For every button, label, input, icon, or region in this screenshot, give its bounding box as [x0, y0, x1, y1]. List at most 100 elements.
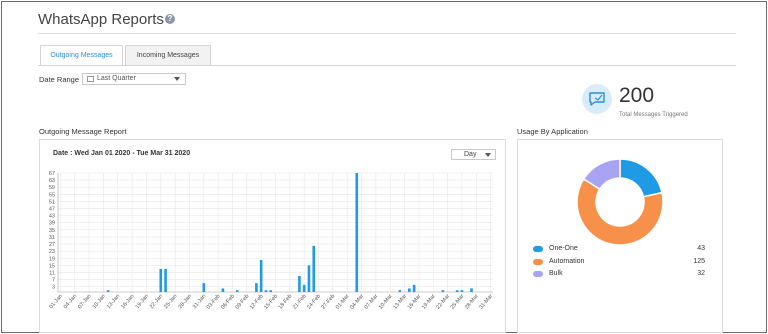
chart-bar[interactable] — [312, 245, 316, 292]
date-range-select[interactable]: Last Quarter — [82, 73, 186, 85]
y-tick-label: 59 — [49, 185, 55, 191]
legend-item-automation[interactable]: Automation 125 — [533, 258, 705, 269]
y-tick-label: 43 — [49, 214, 55, 220]
report-date-range: Date : Wed Jan 01 2020 - Tue Mar 31 2020 — [53, 150, 191, 157]
chart-bar[interactable] — [470, 288, 473, 292]
chart-bar[interactable] — [460, 290, 464, 292]
y-tick-label: 19 — [49, 256, 55, 262]
y-tick-label: 15 — [49, 263, 55, 269]
calendar-icon — [87, 76, 94, 82]
chart-bar[interactable] — [298, 276, 301, 292]
x-tick-label: 01-Mar — [335, 293, 351, 310]
title-divider — [38, 33, 736, 34]
x-tick-label: 31-Mar — [478, 293, 494, 310]
x-tick-label: 09-Feb — [235, 293, 251, 310]
chart-bar[interactable] — [302, 284, 306, 292]
x-tick-label: 07-Jan — [77, 293, 92, 310]
legend-label: One-One — [549, 245, 578, 252]
date-range-label: Date Range — [39, 75, 80, 84]
tab-outgoing-messages[interactable]: Outgoing Messages — [40, 45, 123, 66]
message-icon — [582, 84, 612, 114]
x-tick-label: 25-Mar — [450, 293, 466, 310]
x-tick-label: 18-Feb — [278, 293, 294, 310]
x-tick-label: 16-Jan — [120, 293, 135, 310]
chart-bar[interactable] — [164, 268, 167, 292]
x-tick-label: 24-Feb — [306, 293, 322, 310]
x-tick-label: 06-Feb — [220, 293, 236, 310]
page-title: WhatsApp Reports — [38, 11, 164, 28]
x-tick-label: 27-Feb — [321, 293, 337, 310]
legend-value: 43 — [697, 245, 705, 252]
x-tick-label: 04-Jan — [63, 293, 78, 310]
chart-bar[interactable] — [159, 268, 163, 292]
usage-donut-chart — [576, 158, 664, 246]
date-range-value: Last Quarter — [97, 75, 136, 82]
chart-bar[interactable] — [408, 288, 411, 292]
chart-bar[interactable] — [307, 265, 311, 292]
x-tick-label: 21-Feb — [292, 293, 308, 310]
tab-divider — [38, 65, 736, 66]
chart-bar[interactable] — [235, 290, 239, 292]
granularity-select[interactable]: Day — [451, 149, 496, 160]
y-tick-label: 27 — [49, 242, 55, 248]
legend-value: 32 — [697, 270, 705, 277]
y-tick-label: 67 — [49, 171, 55, 177]
chart-bar[interactable] — [202, 283, 206, 292]
x-tick-label: 19-Jan — [135, 293, 150, 310]
x-tick-label: 15-Feb — [263, 293, 279, 310]
donut-slice-one-one[interactable] — [619, 158, 663, 198]
chart-bar[interactable] — [221, 288, 225, 292]
x-tick-label: 03-Feb — [206, 293, 222, 310]
y-tick-label: 11 — [49, 270, 55, 276]
x-tick-label: 31-Jan — [192, 293, 207, 310]
granularity-value: Day — [464, 151, 477, 158]
x-tick-label: 07-Mar — [364, 293, 380, 310]
y-tick-label: 47 — [49, 207, 55, 213]
x-tick-label: 10-Mar — [378, 293, 394, 310]
chart-bar[interactable] — [255, 283, 258, 292]
help-icon[interactable]: ? — [165, 14, 175, 24]
x-tick-label: 22-Jan — [149, 293, 164, 310]
x-tick-label: 04-Mar — [349, 293, 365, 310]
x-tick-label: 12-Feb — [249, 293, 265, 310]
usage-title: Usage By Application — [517, 127, 588, 136]
chart-bar[interactable] — [412, 284, 416, 292]
usage-legend: One-One 43 Automation 125 Bulk 32 — [533, 245, 705, 283]
chart-bar[interactable] — [398, 290, 402, 292]
x-tick-label: 01-Jan — [49, 293, 64, 310]
kpi-total-label: Total Messages Triggered — [619, 112, 688, 118]
y-tick-label: 63 — [49, 178, 55, 184]
legend-swatch — [533, 258, 543, 265]
chart-bar[interactable] — [106, 290, 110, 292]
chart-bar[interactable] — [269, 290, 273, 292]
y-tick-label: 35 — [49, 228, 55, 234]
tab-incoming-messages[interactable]: Incoming Messages — [125, 45, 211, 66]
chart-bar[interactable] — [259, 260, 263, 292]
y-tick-label: 23 — [49, 249, 55, 255]
chart-bar[interactable] — [355, 173, 359, 292]
x-tick-label: 10-Jan — [92, 293, 107, 310]
chart-bar[interactable] — [455, 290, 459, 292]
y-tick-label: 31 — [49, 235, 55, 241]
legend-swatch — [533, 271, 543, 277]
x-tick-label: 25-Jan — [163, 293, 178, 310]
outgoing-report-title: Outgoing Message Report — [39, 127, 127, 136]
chart-bar[interactable] — [441, 290, 445, 292]
x-tick-label: 28-Jan — [178, 293, 193, 310]
y-tick-label: 55 — [49, 192, 55, 198]
x-tick-label: 13-Jan — [106, 293, 121, 310]
legend-item-one-one[interactable]: One-One 43 — [533, 245, 705, 256]
legend-value: 125 — [693, 257, 705, 265]
legend-label: Bulk — [549, 270, 563, 277]
x-tick-label: 22-Mar — [435, 293, 451, 310]
x-tick-label: 13-Mar — [392, 293, 408, 310]
legend-item-bulk[interactable]: Bulk 32 — [533, 270, 705, 281]
kpi-total-value: 200 — [619, 84, 655, 107]
y-tick-label: 3 — [52, 285, 55, 291]
y-tick-label: 7 — [52, 278, 55, 284]
chevron-down-icon — [174, 77, 180, 81]
chart-bar[interactable] — [264, 290, 268, 292]
x-tick-label: 19-Mar — [421, 293, 437, 310]
legend-swatch — [533, 246, 543, 252]
y-tick-label: 51 — [49, 199, 55, 205]
